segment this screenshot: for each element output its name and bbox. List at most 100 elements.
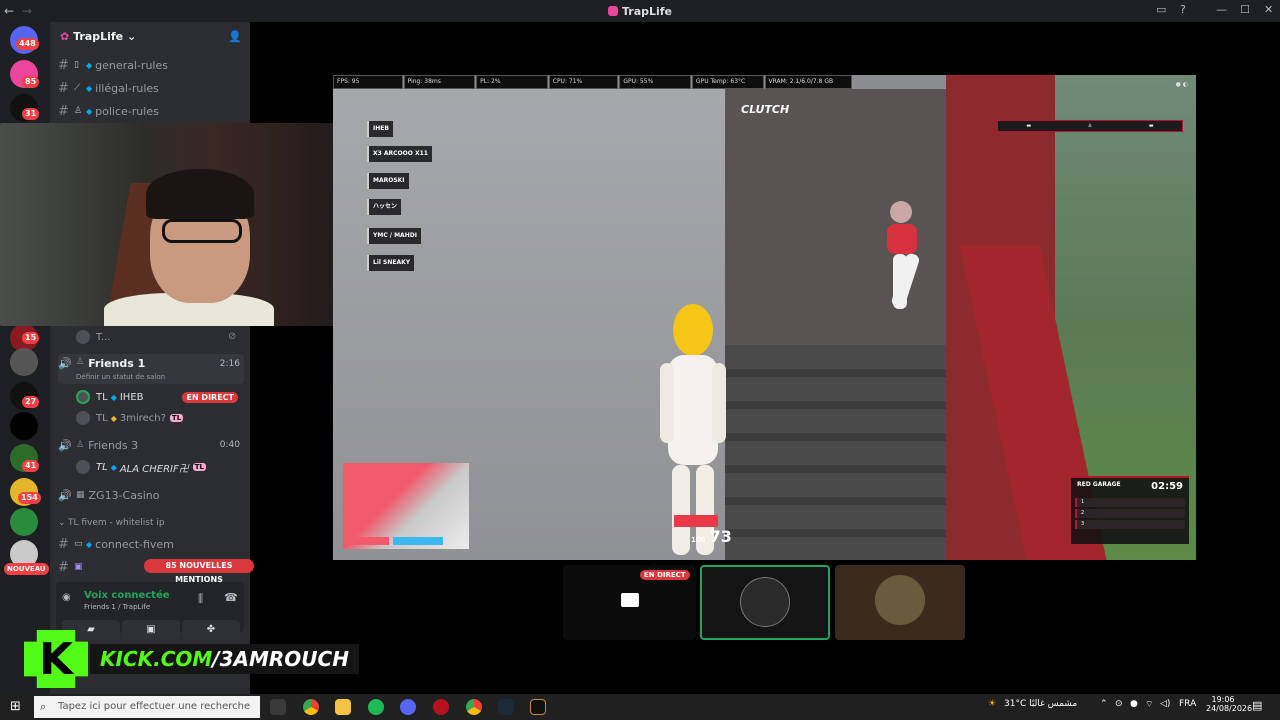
voice-timer: 2:16 bbox=[219, 359, 240, 369]
close-icon[interactable]: ✕ bbox=[1264, 3, 1273, 16]
avatar bbox=[76, 411, 90, 425]
add-member-icon[interactable]: 👤 bbox=[228, 30, 242, 43]
spotify-icon[interactable] bbox=[368, 699, 384, 715]
kick-channel: /3AMROUCH bbox=[212, 647, 349, 671]
server-icon[interactable] bbox=[10, 412, 38, 440]
inbox-icon[interactable]: ▭ bbox=[1156, 3, 1166, 16]
clock-time: 19:06 bbox=[1211, 695, 1235, 704]
notifications-icon[interactable]: ▤ bbox=[1252, 699, 1262, 712]
channel-illegal-rules[interactable]: # ⟋ ◆ illégal-rules bbox=[58, 78, 242, 98]
noise-suppression-icon[interactable]: ⫼ bbox=[198, 592, 203, 606]
webcam-overlay bbox=[0, 123, 360, 326]
member-tag: TL bbox=[192, 463, 206, 471]
clock-date: 24/08/2026 bbox=[1206, 704, 1253, 713]
participant-tile-speaking[interactable] bbox=[700, 565, 830, 640]
live-badge: EN DIRECT bbox=[640, 570, 690, 580]
file-explorer-icon[interactable] bbox=[335, 699, 351, 715]
speaker-icon: 🔊 bbox=[58, 438, 72, 452]
tray-chevron-icon[interactable]: ⌃ bbox=[1100, 699, 1108, 709]
volume-icon[interactable]: ◁) bbox=[1160, 699, 1170, 709]
chrome-icon-2[interactable] bbox=[466, 699, 482, 715]
hud-ping: Ping: 38ms bbox=[403, 75, 476, 89]
taskbar-search-box[interactable]: ⌕ Tapez ici pour effectuer une recherche bbox=[34, 696, 260, 718]
voice-location[interactable]: Friends 1 / TrapLife bbox=[84, 603, 150, 611]
score-center-icon: ♙ bbox=[1087, 123, 1093, 129]
voice-channel-zg13-casino[interactable]: 🔊 ▦ ZG13-Casino bbox=[58, 485, 244, 505]
game-server-label: ● ◐ bbox=[1175, 81, 1188, 88]
participant-tile-stream[interactable]: EN DIRECT bbox=[563, 565, 696, 640]
new-mentions-button[interactable]: 85 NOUVELLES MENTIONS bbox=[144, 559, 254, 584]
score-left-icon: ▬ bbox=[1026, 123, 1032, 129]
dm-badge: 448 bbox=[16, 38, 39, 50]
diamond-icon: ◆ bbox=[86, 106, 93, 116]
chevron-down-icon: ⌄ bbox=[126, 30, 137, 43]
casino-icon: ▦ bbox=[76, 490, 85, 500]
window-title: TrapLife bbox=[0, 5, 1280, 18]
garage-row: 3 bbox=[1075, 520, 1185, 529]
killfeed-entry: Lil SNEAKY bbox=[367, 255, 415, 271]
terminal-icon[interactable] bbox=[530, 699, 546, 715]
hud-vram: VRAM: 2.1/6.0/7.8 GB bbox=[764, 75, 852, 89]
hud-pl: PL: 2% bbox=[476, 75, 548, 89]
windows-taskbar: ⊞ ⌕ Tapez ici pour effectuer une recherc… bbox=[0, 694, 1280, 720]
speaker-icon: 🔊 bbox=[58, 357, 72, 370]
voice-timer: 0:40 bbox=[219, 440, 240, 450]
stream-video[interactable]: FPS: 95 Ping: 38ms PL: 2% CPU: 71% GPU: … bbox=[333, 75, 1196, 560]
server-icon[interactable] bbox=[10, 508, 38, 536]
server-badge: 41 bbox=[22, 460, 40, 472]
people-icon: ♙ bbox=[76, 440, 85, 450]
windows-start-icon[interactable]: ⊞ bbox=[10, 699, 21, 714]
task-view-icon[interactable] bbox=[270, 699, 286, 715]
server-icon[interactable] bbox=[10, 348, 38, 376]
steam-icon[interactable] bbox=[498, 699, 514, 715]
people-icon: ♙ bbox=[76, 357, 85, 367]
kick-logo-letter: K bbox=[38, 634, 74, 685]
hash-icon: # bbox=[58, 559, 69, 575]
participant-tile[interactable] bbox=[835, 565, 965, 640]
chrome-icon[interactable] bbox=[303, 699, 319, 715]
killfeed-entry: X3 ARCOOO X11 bbox=[367, 146, 432, 162]
mic-icon[interactable]: ● bbox=[1130, 699, 1138, 709]
server-name-header[interactable]: ✿ TrapLife ⌄ bbox=[60, 30, 136, 43]
network-icon[interactable]: ⊙ bbox=[1115, 699, 1123, 709]
garage-row: 1 bbox=[1075, 498, 1185, 507]
garage-row: 2 bbox=[1075, 509, 1185, 518]
voice-channel-friends-3[interactable]: 🔊 ♙ Friends 3 0:40 bbox=[58, 435, 244, 455]
killfeed-entry: YMC / MAHDI bbox=[367, 228, 421, 244]
language-indicator[interactable]: FRA bbox=[1179, 699, 1196, 709]
id-icon: ▣ bbox=[74, 562, 83, 572]
discord-icon[interactable] bbox=[400, 699, 416, 715]
diamond-icon: ◆ bbox=[110, 413, 117, 423]
voice-member[interactable]: TL ◆ 3mirech? TL bbox=[76, 408, 242, 428]
channel-general-rules[interactable]: # ▯ ◆ general-rules bbox=[58, 55, 242, 75]
app-logo-icon bbox=[607, 5, 618, 16]
diamond-icon: ◆ bbox=[86, 60, 93, 70]
channel-connect-fivem[interactable]: # ▭ ◆ connect-fivem bbox=[58, 534, 242, 554]
voice-channel-friends-1[interactable]: 🔊 ♙ Friends 1 2:16 Définir un statut de … bbox=[58, 354, 244, 384]
hash-icon: # bbox=[58, 536, 69, 552]
signal-icon[interactable]: ◉ bbox=[62, 592, 71, 603]
live-badge: EN DIRECT bbox=[182, 391, 238, 403]
diamond-icon: ◆ bbox=[110, 392, 117, 402]
weather-text[interactable]: 31°C مشمس غالبًا bbox=[1004, 699, 1077, 709]
clock[interactable]: 19:06 24/08/2026 bbox=[1206, 695, 1252, 713]
channel-status[interactable]: Définir un statut de salon bbox=[76, 373, 165, 381]
diamond-icon: ◆ bbox=[110, 462, 117, 472]
help-icon[interactable]: ? bbox=[1180, 3, 1186, 16]
maximize-icon[interactable]: ☐ bbox=[1240, 3, 1250, 16]
voice-status[interactable]: Voix connectée bbox=[84, 590, 170, 601]
kick-logo-icon: K bbox=[24, 630, 88, 688]
channel-police-rules[interactable]: # ♙ ◆ police-rules bbox=[58, 101, 242, 121]
wifi-icon[interactable]: ⌔ bbox=[1145, 699, 1153, 710]
rockstar-icon[interactable] bbox=[433, 699, 449, 715]
voice-member[interactable]: TL ◆ ALA CHERIF卍 TL bbox=[76, 457, 242, 477]
diamond-icon: ◆ bbox=[86, 539, 93, 549]
disconnect-icon[interactable]: ☎ bbox=[224, 591, 238, 604]
minimize-icon[interactable]: — bbox=[1216, 3, 1227, 16]
killfeed-entry: IHEB bbox=[367, 121, 393, 137]
avatar bbox=[875, 575, 925, 625]
voice-member[interactable]: TL ◆ IHEB EN DIRECT bbox=[76, 387, 242, 407]
health-bar bbox=[343, 537, 389, 545]
voice-member[interactable]: T... bbox=[76, 327, 242, 347]
category-header[interactable]: ⌄ TL fivem - whitelist ip bbox=[58, 515, 242, 531]
